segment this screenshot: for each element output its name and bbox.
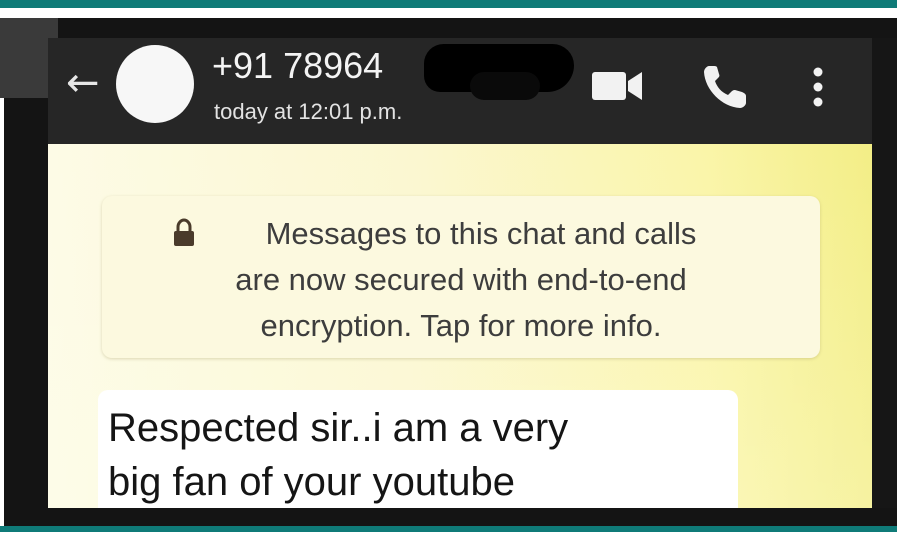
back-arrow-icon[interactable]: ← bbox=[66, 58, 106, 108]
photo-border-right bbox=[872, 38, 897, 526]
bottom-accent-bar bbox=[0, 526, 897, 532]
encryption-notice-text: encryption. Tap for more info. bbox=[260, 308, 662, 343]
phone-call-icon[interactable] bbox=[700, 60, 752, 112]
video-call-icon[interactable] bbox=[590, 66, 646, 106]
message-text: Respected sir..i am a very bbox=[108, 406, 569, 450]
top-gap bbox=[0, 8, 897, 18]
more-options-icon[interactable] bbox=[808, 62, 828, 112]
top-accent-bar bbox=[0, 0, 897, 8]
encryption-notice-text: are now secured with end-to-end bbox=[235, 262, 687, 297]
avatar[interactable] bbox=[116, 45, 194, 123]
encryption-notice-text: Messages to this chat and calls bbox=[265, 216, 697, 251]
screenshot-frame: ← +91 78964 today at 12:01 p.m. Messages… bbox=[0, 0, 897, 541]
contact-name[interactable]: +91 78964 bbox=[212, 44, 383, 88]
photo-border-bottom bbox=[4, 508, 897, 526]
redaction-mark bbox=[470, 72, 540, 100]
message-text: big fan of your youtube bbox=[108, 460, 515, 504]
last-seen-status: today at 12:01 p.m. bbox=[214, 99, 403, 124]
